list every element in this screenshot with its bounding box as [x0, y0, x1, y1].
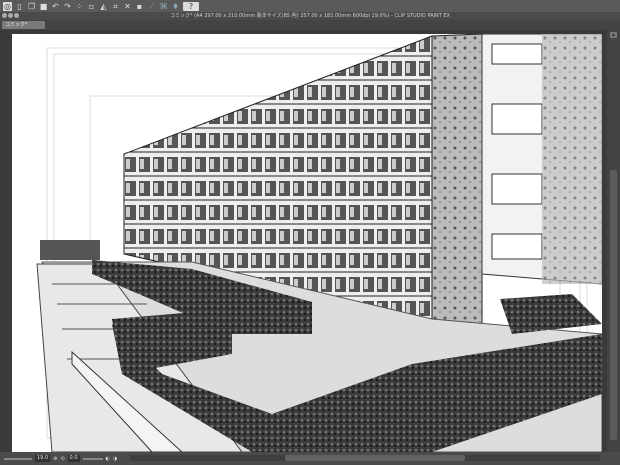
horizontal-scrollbar[interactable]: [130, 455, 600, 461]
building-side: [431, 34, 483, 330]
new-icon[interactable]: ▯: [15, 2, 24, 11]
zoom-value[interactable]: 19.0: [35, 455, 51, 462]
select-all-icon[interactable]: ⁘: [75, 2, 84, 11]
tab-document[interactable]: コミック*: [2, 21, 45, 29]
help-icon[interactable]: ?: [183, 1, 199, 11]
tab-label: コミック*: [5, 22, 28, 28]
redo-icon[interactable]: ↷: [63, 2, 72, 11]
canvas[interactable]: [12, 34, 602, 452]
open-icon[interactable]: ❐: [27, 2, 36, 11]
fill-icon[interactable]: ◭: [99, 2, 108, 11]
artwork: [36, 34, 602, 452]
rotate-reset-icon[interactable]: ⟲: [60, 456, 64, 462]
window-titlebar: コミック* (A4 297.00 x 210.00mm 製本サイズ(B5 判) …: [0, 12, 620, 20]
minimize-icon[interactable]: [8, 13, 13, 18]
deselect-icon[interactable]: ▫: [87, 2, 96, 11]
vertical-scroll-thumb[interactable]: [610, 170, 617, 440]
clip-studio-menu-icon[interactable]: ◎: [3, 1, 12, 11]
snap-grid-icon[interactable]: ⌘: [159, 2, 168, 11]
scroll-up-icon[interactable]: ▴: [610, 32, 617, 38]
shed: [40, 240, 100, 260]
command-bar: ◎ ▯ ❐ ■ ↶ ↷ ⁘ ▫ ◭ ⌗ ✕ ▪ ⟋ ⌘ ♦ ?: [0, 0, 620, 12]
tab-bar: コミック*: [0, 20, 620, 30]
flip-vertical-icon[interactable]: ◑: [113, 456, 117, 462]
undo-icon[interactable]: ↶: [51, 2, 60, 11]
rotation-value[interactable]: 0.0: [67, 455, 80, 462]
canvas-area: [0, 30, 607, 452]
maximize-icon[interactable]: [14, 13, 19, 18]
status-bar: 19.0 ⊕ ⟲ 0.0 ◐ ◑: [0, 452, 620, 465]
vertical-scrollbar[interactable]: ▴: [607, 30, 620, 452]
snap-perspective-icon[interactable]: ♦: [171, 2, 180, 11]
save-icon[interactable]: ■: [39, 2, 48, 11]
snap-ruler-icon[interactable]: ⟋: [147, 2, 156, 11]
close-icon[interactable]: [2, 13, 7, 18]
clear-icon[interactable]: ✕: [123, 2, 132, 11]
lasso-icon[interactable]: ▪: [135, 2, 144, 11]
rotation-slider[interactable]: [82, 457, 103, 460]
horizontal-scroll-thumb[interactable]: [285, 455, 465, 461]
zoom-reset-icon[interactable]: ⊕: [53, 456, 57, 462]
zoom-slider[interactable]: [4, 457, 32, 460]
flip-horizontal-icon[interactable]: ◐: [106, 456, 110, 462]
window-title: コミック* (A4 297.00 x 210.00mm 製本サイズ(B5 判) …: [169, 13, 451, 19]
transform-icon[interactable]: ⌗: [111, 2, 120, 11]
